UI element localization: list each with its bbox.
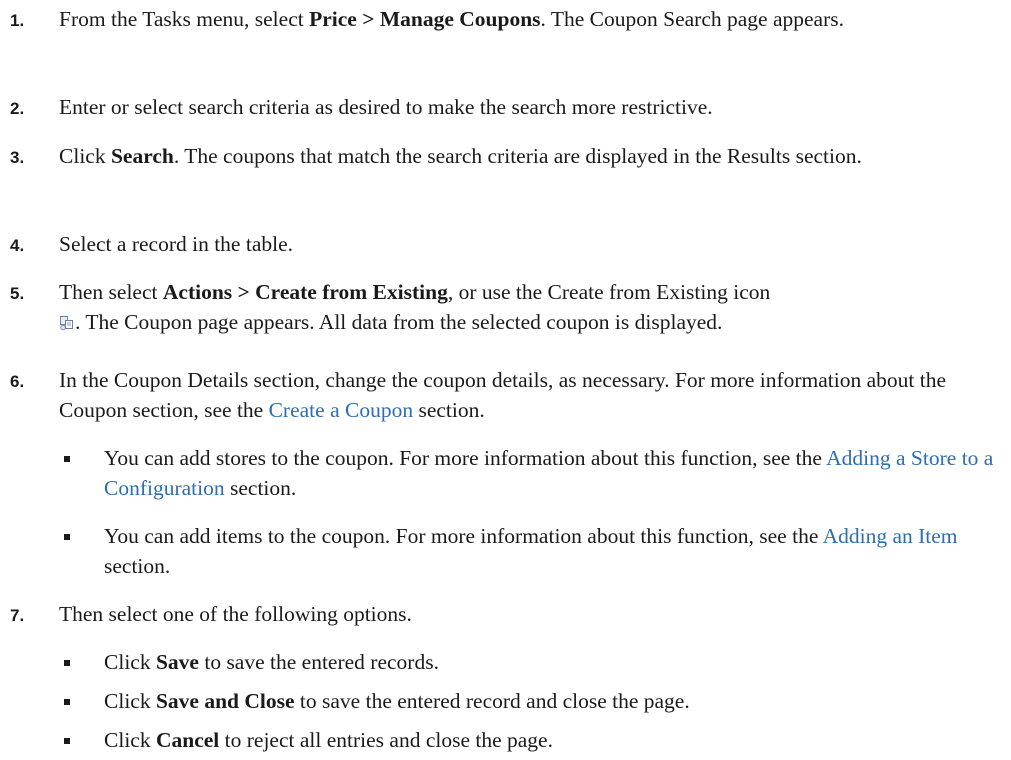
step-number: 1. bbox=[10, 11, 25, 30]
step-text: Enter or select search criteria as desir… bbox=[59, 92, 1001, 122]
bullet-marker bbox=[64, 534, 70, 540]
bullet-marker bbox=[64, 699, 70, 705]
step-text-segment: . The Coupon page appears. All data from… bbox=[75, 310, 723, 334]
bullet-text-segment: Click bbox=[104, 650, 156, 674]
step-text: In the Coupon Details section, change th… bbox=[59, 365, 1001, 425]
bullet-text-segment: You can add stores to the coupon. For mo… bbox=[104, 446, 827, 470]
bullet-text: Click Cancel to reject all entries and c… bbox=[104, 725, 1001, 755]
create-from-existing-icon bbox=[59, 309, 75, 331]
menu-path: Actions > Create from Existing bbox=[162, 280, 448, 304]
bullet-text: Click Save and Close to save the entered… bbox=[104, 686, 1001, 716]
step-text-segment: Enter or select search criteria as desir… bbox=[59, 95, 713, 119]
search-button-name: Search bbox=[110, 144, 174, 168]
step-text-segment: From the Tasks menu, select bbox=[59, 7, 310, 31]
bullet-text-segment: to save the entered records. bbox=[198, 650, 439, 674]
step-number: 4. bbox=[10, 236, 25, 255]
step-text-segment: Click bbox=[59, 144, 111, 168]
create-a-coupon-link[interactable]: Create a Coupon bbox=[269, 398, 414, 422]
bullet-text-segment: to reject all entries and close the page… bbox=[219, 728, 553, 752]
bullet-text: You can add stores to the coupon. For mo… bbox=[104, 443, 1001, 503]
step-text-segment: Then select one of the following options… bbox=[59, 602, 412, 626]
step-text: Then select Actions > Create from Existi… bbox=[59, 277, 1001, 337]
bullet-text-segment: section. bbox=[224, 476, 297, 500]
save-and-close-button-name: Save and Close bbox=[155, 689, 295, 713]
bullet-text-segment: You can add items to the coupon. For mor… bbox=[104, 524, 823, 548]
step-number: 6. bbox=[10, 372, 25, 391]
bullet-text: You can add items to the coupon. For mor… bbox=[104, 521, 1001, 581]
step-number: 2. bbox=[10, 99, 25, 118]
step-text-segment: Select a record in the table. bbox=[59, 232, 294, 256]
save-button-name: Save bbox=[155, 650, 199, 674]
step-text-segment: . The Coupon Search page appears. bbox=[540, 7, 845, 31]
step-text: From the Tasks menu, select Price > Mana… bbox=[59, 4, 1001, 34]
step-number: 3. bbox=[10, 148, 25, 167]
step-text-segment: , or use the Create from Existing icon bbox=[447, 280, 771, 304]
menu-path: Price > Manage Coupons bbox=[309, 7, 541, 31]
cancel-button-name: Cancel bbox=[155, 728, 220, 752]
step-text: Then select one of the following options… bbox=[59, 599, 1001, 629]
adding-an-item-link[interactable]: Adding an Item bbox=[823, 524, 958, 548]
step-number: 5. bbox=[10, 284, 25, 303]
procedure-document: 1. From the Tasks menu, select Price > M… bbox=[0, 0, 1011, 760]
step-text-segment: section. bbox=[413, 398, 485, 422]
step-number: 7. bbox=[10, 606, 25, 625]
step-text-segment: In the Coupon Details section, change th… bbox=[59, 368, 947, 422]
step-text: Select a record in the table. bbox=[59, 229, 1001, 259]
bullet-text-segment: section. bbox=[104, 554, 171, 578]
bullet-marker bbox=[64, 738, 70, 744]
bullet-text-segment: Click bbox=[104, 689, 156, 713]
bullet-text-segment: to save the entered record and close the… bbox=[294, 689, 690, 713]
bullet-text: Click Save to save the entered records. bbox=[104, 647, 1001, 677]
step-text-segment: . The coupons that match the search crit… bbox=[173, 144, 862, 168]
step-text: Click Search. The coupons that match the… bbox=[59, 141, 1001, 171]
bullet-marker bbox=[64, 660, 70, 666]
bullet-marker bbox=[64, 456, 70, 462]
step-text-segment: Then select bbox=[59, 280, 163, 304]
bullet-text-segment: Click bbox=[104, 728, 156, 752]
